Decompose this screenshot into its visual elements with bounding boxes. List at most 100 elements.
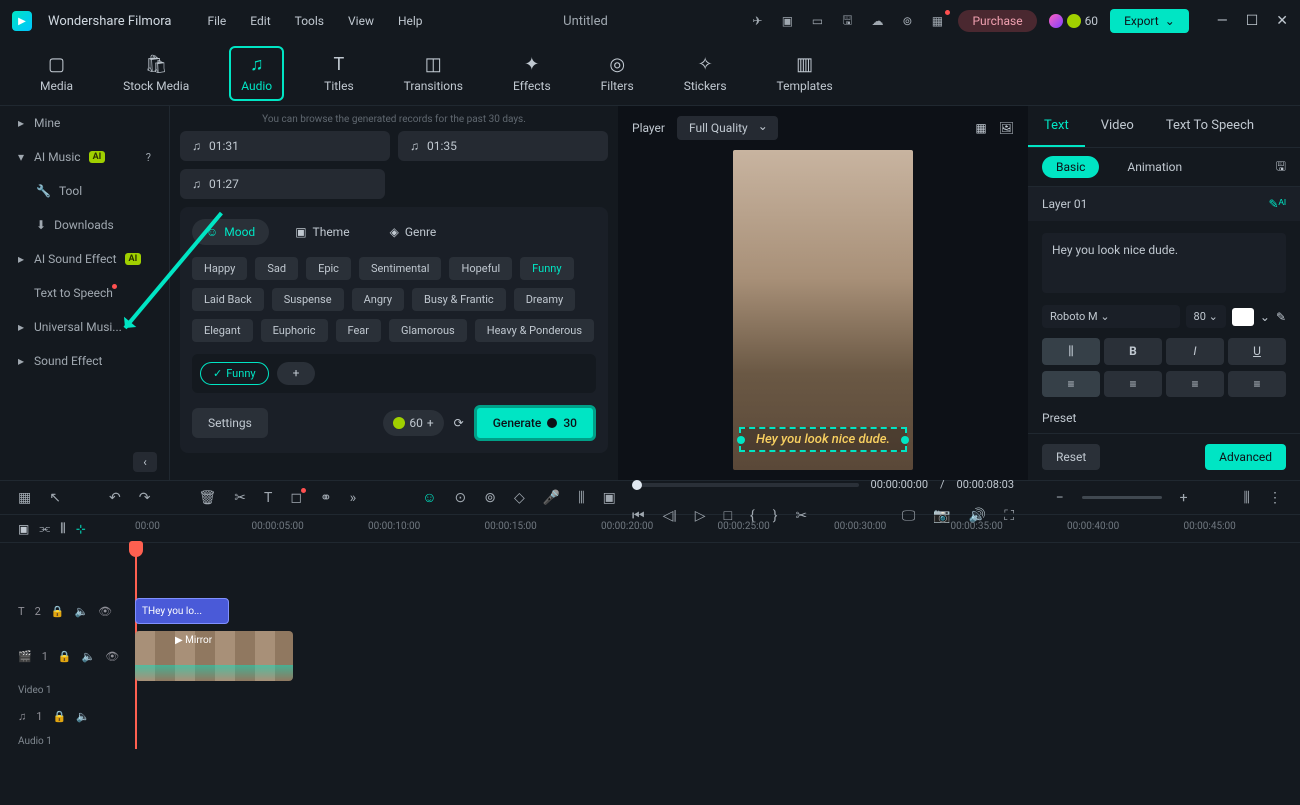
lock-icon[interactable]: 🔒: [52, 710, 66, 723]
tl-settings-icon[interactable]: ⫼: [1244, 490, 1250, 506]
italic-button[interactable]: I: [1166, 338, 1224, 365]
mixer-icon[interactable]: ⫼: [578, 490, 584, 506]
sidebar-item-ai-music[interactable]: ▾AI MusicAI?: [0, 140, 169, 174]
visibility-icon[interactable]: 👁: [98, 605, 112, 618]
bold-button[interactable]: B: [1104, 338, 1162, 365]
apps-icon[interactable]: ▦: [928, 12, 946, 30]
sidebar-item-ai-sound-effect[interactable]: ▸AI Sound EffectAI: [0, 242, 169, 276]
inspector-tab-video[interactable]: Video: [1085, 106, 1150, 147]
tag-fear[interactable]: Fear: [336, 319, 382, 342]
headphone-icon[interactable]: ⊚: [898, 12, 916, 30]
tag-angry[interactable]: Angry: [352, 288, 404, 311]
quality-select[interactable]: Full Quality: [677, 116, 778, 140]
more-tools-icon[interactable]: »: [350, 490, 357, 506]
undo-button[interactable]: ↶: [109, 490, 121, 506]
export-button[interactable]: Export⌄: [1110, 9, 1189, 33]
inspector-tab-text[interactable]: Text: [1028, 106, 1085, 147]
scrubber[interactable]: [632, 483, 859, 487]
mic-icon[interactable]: 🎤: [543, 490, 560, 506]
tl-grid-icon[interactable]: ▦: [18, 490, 31, 506]
tl-mode-3-icon[interactable]: ⫼: [60, 521, 66, 536]
window-close[interactable]: ✕: [1276, 13, 1288, 29]
tab-audio[interactable]: ♫Audio: [229, 46, 284, 101]
font-select[interactable]: Roboto M ⌄: [1042, 305, 1180, 328]
song-chip-1[interactable]: ♫01:31: [180, 131, 390, 161]
lock-icon[interactable]: 🔒: [58, 650, 72, 663]
mute-icon[interactable]: 🔈: [76, 710, 90, 723]
tl-magnet-icon[interactable]: ⊹: [76, 522, 86, 536]
color-swatch[interactable]: [1232, 308, 1254, 326]
sidebar-item-sound-effect[interactable]: ▸Sound Effect: [0, 344, 169, 378]
send-icon[interactable]: ✈: [748, 12, 766, 30]
monitor-icon[interactable]: ▭: [808, 12, 826, 30]
tag-suspense[interactable]: Suspense: [272, 288, 344, 311]
window-maximize[interactable]: ☐: [1246, 13, 1259, 29]
help-icon[interactable]: ?: [146, 151, 151, 164]
tag-funny[interactable]: Funny: [520, 257, 573, 280]
sidebar-item-mine[interactable]: ▸Mine: [0, 106, 169, 140]
selected-tag-funny[interactable]: ✓Funny: [200, 362, 269, 385]
tag-heavy-ponderous[interactable]: Heavy & Ponderous: [475, 319, 594, 342]
zoom-slider[interactable]: [1082, 496, 1162, 499]
align-justify-button[interactable]: ≡: [1228, 371, 1286, 397]
zoom-in-button[interactable]: +: [1180, 490, 1188, 506]
cut-button[interactable]: ✂: [234, 490, 246, 506]
tab-stock-media[interactable]: 🛍Stock Media: [113, 48, 199, 99]
inspector-tab-tts[interactable]: Text To Speech: [1150, 106, 1270, 147]
device-icon[interactable]: ▣: [778, 12, 796, 30]
sidebar-item-universal-music[interactable]: ▸Universal Musi...: [0, 310, 169, 344]
crop-tool-icon[interactable]: ◻: [290, 490, 302, 506]
mute-icon[interactable]: 🔈: [82, 650, 96, 663]
tab-media[interactable]: ▢Media: [30, 48, 83, 99]
generate-button[interactable]: Generate30: [474, 405, 596, 441]
font-size-select[interactable]: 80 ⌄: [1186, 305, 1226, 328]
eyedropper-icon[interactable]: ✎: [1276, 310, 1286, 324]
spacing-button[interactable]: ⫼: [1042, 338, 1100, 365]
save-preset-icon[interactable]: 🖫: [1276, 157, 1286, 178]
zoom-out-button[interactable]: −: [1056, 490, 1064, 506]
record-icon[interactable]: ⊙: [455, 490, 467, 506]
reset-button[interactable]: Reset: [1042, 444, 1100, 470]
settings-button[interactable]: Settings: [192, 408, 268, 438]
snapshot-icon[interactable]: 🖼: [999, 121, 1014, 135]
mute-icon[interactable]: 🔈: [74, 605, 88, 618]
tag-elegant[interactable]: Elegant: [192, 319, 253, 342]
delete-button[interactable]: 🗑: [198, 490, 216, 506]
tag-happy[interactable]: Happy: [192, 257, 247, 280]
video-preview[interactable]: Hey you look nice dude.: [733, 150, 913, 470]
credits-display[interactable]: 60: [1049, 14, 1099, 28]
menu-help[interactable]: Help: [398, 14, 423, 28]
underline-button[interactable]: U: [1228, 338, 1286, 365]
tl-menu-icon[interactable]: ⋮: [1268, 490, 1282, 506]
tag-laid-back[interactable]: Laid Back: [192, 288, 264, 311]
text-clip[interactable]: T Hey you lo...: [135, 598, 229, 624]
window-minimize[interactable]: —: [1217, 13, 1228, 29]
tag-dreamy[interactable]: Dreamy: [514, 288, 576, 311]
lock-icon[interactable]: 🔒: [51, 605, 65, 618]
advanced-button[interactable]: Advanced: [1205, 444, 1286, 470]
align-right-button[interactable]: ≡: [1166, 371, 1224, 397]
time-ruler[interactable]: 00:00 00:00:05:00 00:00:10:00 00:00:15:0…: [135, 515, 1300, 542]
tag-glamorous[interactable]: Glamorous: [389, 319, 467, 342]
purchase-button[interactable]: Purchase: [958, 10, 1036, 32]
text-input[interactable]: Hey you look nice dude.: [1042, 233, 1286, 293]
ai-edit-icon[interactable]: ✎ᴬᴵ: [1269, 197, 1287, 211]
menu-view[interactable]: View: [348, 14, 374, 28]
marker-icon[interactable]: ◇: [514, 490, 525, 506]
tag-sentimental[interactable]: Sentimental: [359, 257, 442, 280]
refresh-icon[interactable]: ⟳: [454, 416, 464, 430]
subtab-animation[interactable]: Animation: [1113, 156, 1196, 178]
tab-transitions[interactable]: ◫Transitions: [394, 48, 473, 99]
subtab-basic[interactable]: Basic: [1042, 156, 1099, 178]
video-clip[interactable]: ▶ Mirror: [135, 631, 293, 681]
menu-edit[interactable]: Edit: [250, 14, 270, 28]
speed-icon[interactable]: ⊚: [484, 490, 496, 506]
add-tag-button[interactable]: +: [277, 362, 316, 385]
tl-mode-2-icon[interactable]: ⫘: [39, 521, 50, 536]
align-left-button[interactable]: ≡: [1042, 371, 1100, 397]
menu-tools[interactable]: Tools: [295, 14, 324, 28]
tl-cursor-icon[interactable]: ↖: [49, 490, 61, 506]
caption-overlay[interactable]: Hey you look nice dude.: [739, 427, 907, 452]
align-center-button[interactable]: ≡: [1104, 371, 1162, 397]
tab-stickers[interactable]: ✧Stickers: [674, 48, 737, 99]
